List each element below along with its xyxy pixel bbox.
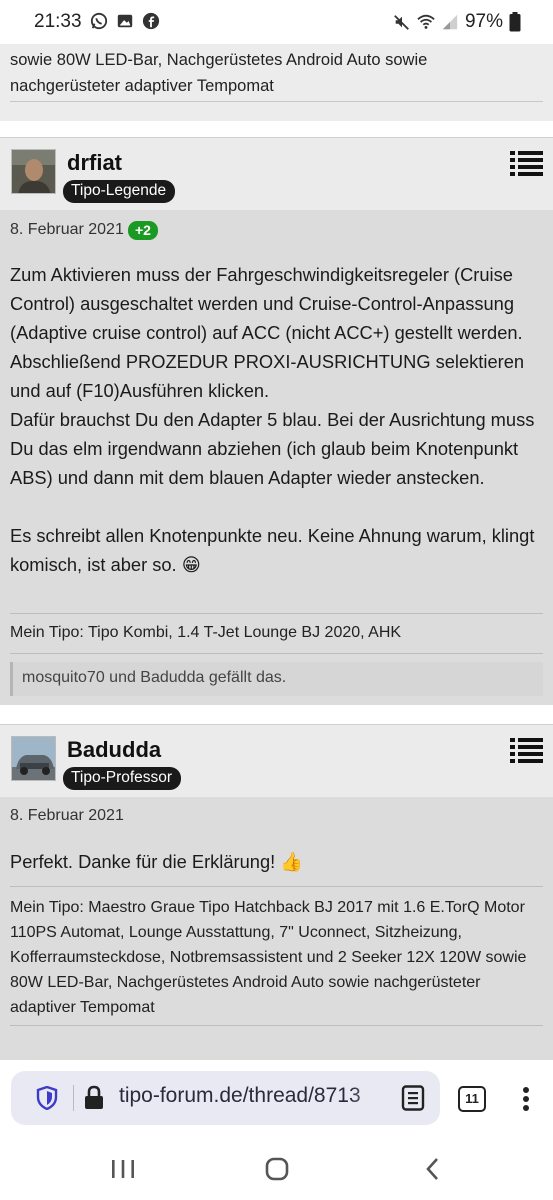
post-paragraph: Es schreibt allen Knotenpunkte neu. Kein… [10, 525, 535, 575]
lock-icon[interactable] [84, 1085, 104, 1110]
post-drfiat: drfiat Tipo-Legende 8. Februar 2021 +2 Z… [0, 137, 553, 705]
status-time: 21:33 [34, 11, 82, 32]
post-paragraph: Zum Aktivieren muss der Fahrgeschwindigk… [10, 264, 525, 401]
browser-toolbar: tipo-forum.de/thread/8713 11 [0, 1060, 553, 1140]
post-body: 8. Februar 2021 +2 Zum Aktivieren muss d… [0, 210, 553, 705]
whatsapp-icon [90, 12, 108, 30]
divider [10, 1025, 543, 1026]
divider [73, 1085, 74, 1111]
address-bar[interactable]: tipo-forum.de/thread/8713 [11, 1071, 440, 1125]
shield-icon[interactable] [36, 1086, 58, 1110]
divider [10, 653, 543, 654]
status-bar: 21:33 97% [0, 0, 553, 44]
system-navigation-bar [0, 1140, 553, 1200]
back-icon[interactable] [418, 1154, 448, 1184]
post-signature: Mein Tipo: Tipo Kombi, 1.4 T-Jet Lounge … [10, 624, 402, 641]
previous-post-signature-text: sowie 80W LED-Bar, Nachgerüstetes Androi… [10, 51, 428, 95]
battery-percent: 97% [464, 11, 503, 32]
tab-counter-button[interactable]: 11 [458, 1086, 486, 1112]
post-message: Perfekt. Danke für die Erklärung! 👍 [10, 851, 304, 872]
battery-icon [509, 12, 521, 32]
post-badudda: Badudda Tipo-Professor 8. Februar 2021 P… [0, 724, 553, 1061]
url-text[interactable]: tipo-forum.de/thread/8713 [119, 1084, 387, 1108]
rank-badge: Tipo-Legende [63, 180, 176, 203]
avatar-image [12, 150, 55, 193]
username[interactable]: Badudda [67, 737, 161, 763]
recent-apps-icon[interactable] [108, 1154, 138, 1184]
post-header: Badudda Tipo-Professor [0, 725, 553, 797]
url-fade [351, 1079, 391, 1117]
divider [10, 886, 543, 887]
divider [10, 101, 543, 102]
post-body: 8. Februar 2021 Perfekt. Danke für die E… [0, 797, 553, 1061]
avatar[interactable] [11, 736, 56, 781]
post-signature: Mein Tipo: Maestro Graue Tipo Hatchback … [10, 899, 527, 1016]
previous-post-signature: sowie 80W LED-Bar, Nachgerüstetes Androi… [0, 44, 553, 121]
avatar-image [12, 737, 55, 780]
wifi-icon [417, 14, 435, 29]
liked-by-box[interactable]: mosquito70 und Badudda gefällt das. [10, 662, 543, 696]
post-message: Zum Aktivieren muss der Fahrgeschwindigk… [10, 260, 543, 579]
mute-icon [394, 15, 409, 30]
post-date[interactable]: 8. Februar 2021 [10, 221, 124, 239]
post-menu-icon[interactable] [510, 737, 543, 763]
signal-icon [442, 14, 458, 30]
post-header: drfiat Tipo-Legende [0, 138, 553, 210]
reader-mode-icon[interactable] [401, 1085, 425, 1111]
rank-badge: Tipo-Professor [63, 767, 182, 790]
avatar[interactable] [11, 149, 56, 194]
username[interactable]: drfiat [67, 150, 122, 176]
gallery-icon [117, 14, 133, 28]
liked-by-text: mosquito70 und Badudda gefällt das. [22, 669, 287, 686]
home-icon[interactable] [262, 1154, 292, 1184]
facebook-icon [142, 12, 160, 30]
post-paragraph: Dafür brauchst Du den Adapter 5 blau. Be… [10, 409, 535, 488]
post-menu-icon[interactable] [510, 150, 543, 176]
like-count-badge[interactable]: +2 [128, 221, 158, 240]
more-menu-icon[interactable] [522, 1086, 530, 1112]
divider [10, 613, 543, 614]
post-date[interactable]: 8. Februar 2021 [10, 807, 124, 825]
